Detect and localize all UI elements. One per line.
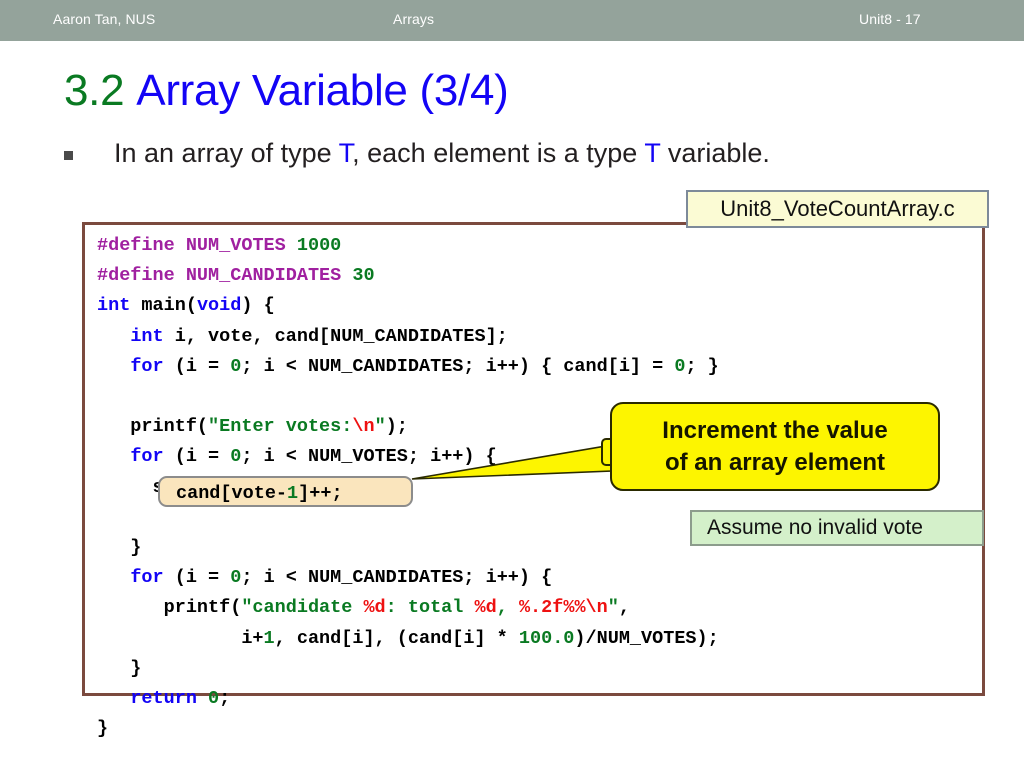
code-token-num-candidates-macro: NUM_CANDIDATES	[185, 265, 342, 287]
bullet-text-part1: In an array of type	[114, 138, 339, 168]
code-token-for-1: for	[130, 355, 164, 377]
callout-increment-value: Increment the value of an array element	[610, 402, 940, 491]
bullet-text: In an array of type T, each element is a…	[114, 138, 770, 169]
callout-line-2: of an array element	[664, 449, 886, 476]
page-title-number: 3.2	[64, 66, 125, 115]
header-author: Aaron Tan, NUS	[53, 11, 156, 27]
code-token-define-1: #define	[97, 235, 175, 256]
header-topic: Arrays	[393, 11, 435, 27]
bullet-type-variable-1: T	[338, 138, 353, 168]
bullet-text-part2: , each element is a type	[352, 138, 645, 168]
code-token-for-3: for	[130, 567, 164, 589]
highlighted-code-text: cand[vote-1]++;	[176, 483, 343, 504]
bullet-text-part3: variable.	[660, 138, 770, 168]
code-string-enter-votes: "Enter votes:	[208, 416, 353, 438]
code-token-for-2: for	[130, 446, 164, 468]
code-token-int-1: int	[97, 295, 131, 317]
square-bullet-icon	[64, 151, 73, 160]
code-token-num-votes-macro: NUM_VOTES	[185, 235, 286, 256]
callout-line-1: Increment the value	[662, 417, 888, 444]
code-token-void: void	[196, 295, 242, 317]
note-green-text: Assume no invalid vote	[707, 516, 923, 539]
code-token-return: return	[130, 688, 197, 710]
callout-tail-pointer	[411, 444, 613, 480]
highlighted-code-line: cand[vote-1]++;	[158, 476, 413, 507]
bullet-row: In an array of type T, each element is a…	[60, 138, 990, 178]
code-token-int-2: int	[130, 325, 164, 347]
code-token-30: 30	[352, 265, 375, 287]
page-title: 3.2 Array Variable (3/4)	[64, 66, 509, 116]
note-assume-no-invalid-vote: Assume no invalid vote	[690, 510, 984, 546]
slide-header-bar: Aaron Tan, NUS Arrays Unit8 - 17	[0, 0, 1024, 41]
code-string-candidate: "candidate	[241, 597, 364, 619]
bullet-type-variable-2: T	[644, 138, 661, 168]
source-filename-label: Unit8_VoteCountArray.c	[686, 190, 989, 228]
code-token-1000: 1000	[296, 235, 342, 256]
page-title-text: Array Variable (3/4)	[136, 66, 509, 115]
source-filename-text: Unit8_VoteCountArray.c	[720, 196, 955, 221]
code-token-define-2: #define	[97, 265, 175, 287]
header-unit-number: Unit8 - 17	[859, 11, 921, 27]
